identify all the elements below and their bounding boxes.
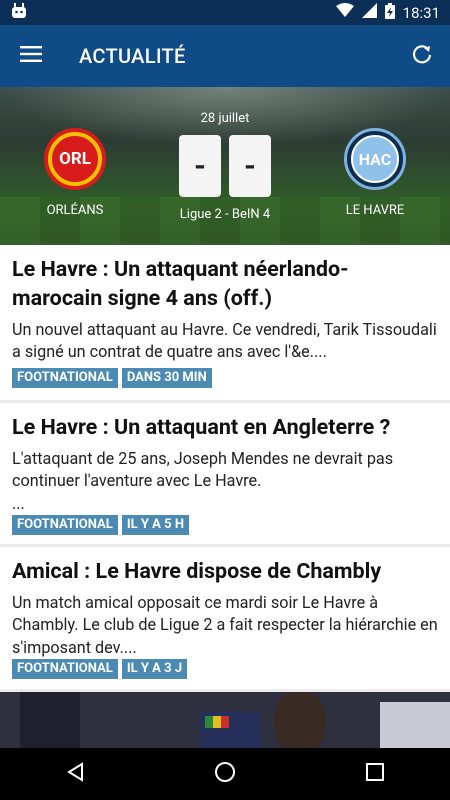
article-card[interactable]: Le Havre : Un attaquant néerlando-maroca… — [0, 245, 450, 400]
article-image[interactable] — [0, 692, 450, 748]
android-notification-icon — [10, 2, 28, 23]
away-score: - — [229, 135, 271, 197]
home-button[interactable] — [195, 748, 255, 800]
article-source-tag: FOOTNATIONAL — [12, 368, 118, 388]
article-title: Amical : Le Havre dispose de Chambly — [12, 559, 382, 584]
status-icons: 18:31 — [335, 2, 440, 23]
article-time-tag: IL Y A 5 H — [121, 515, 189, 535]
system-nav-bar — [0, 748, 450, 800]
article-summary: Un match amical opposait ce mardi soir L… — [12, 593, 438, 657]
article-card[interactable]: Le Havre : Un attaquant en Angleterre ? … — [0, 403, 450, 544]
match-date: 28 juillet — [200, 111, 250, 126]
article-time-tag: DANS 30 MIN — [121, 368, 212, 388]
article-title: Le Havre : Un attaquant en Angleterre ? — [12, 415, 391, 440]
menu-button[interactable] — [3, 25, 59, 87]
signal-icon — [361, 3, 377, 22]
home-crest-label: ORL — [59, 149, 91, 169]
article-summary: Un nouvel attaquant au Havre. Ce vendred… — [12, 320, 437, 362]
refresh-icon — [411, 43, 433, 69]
status-bar: 18:31 — [0, 0, 450, 25]
match-banner[interactable]: 28 juillet ORL HAC ORLÉANS LE HAVRE - - … — [0, 87, 450, 245]
hamburger-menu-icon — [20, 46, 42, 66]
back-button[interactable] — [45, 748, 105, 800]
article-time-tag: IL Y A 3 J — [121, 659, 188, 679]
home-score: - — [179, 135, 221, 197]
wifi-icon — [335, 3, 354, 22]
article-summary: L'attaquant de 25 ans, Joseph Mendes ne … — [12, 449, 394, 513]
article-source-tag: FOOTNATIONAL — [12, 515, 118, 535]
page-title: ACTUALITÉ — [79, 44, 186, 68]
app-bar: ACTUALITÉ — [0, 25, 450, 87]
home-team-crest: ORL — [44, 128, 106, 190]
status-time: 18:31 — [402, 3, 440, 22]
article-card[interactable]: Amical : Le Havre dispose de Chambly Un … — [0, 547, 450, 689]
match-competition: Ligue 2 - BeIN 4 — [179, 207, 271, 222]
article-title: Le Havre : Un attaquant néerlando-maroca… — [12, 257, 349, 312]
recents-icon — [366, 763, 384, 785]
back-icon — [66, 762, 84, 786]
article-source-tag: FOOTNATIONAL — [12, 659, 118, 679]
away-crest-label: HAC — [358, 149, 392, 169]
refresh-button[interactable] — [394, 25, 450, 87]
battery-charging-icon — [384, 2, 395, 23]
recents-button[interactable] — [345, 748, 405, 800]
home-icon — [214, 761, 236, 787]
away-team-crest: HAC — [344, 128, 406, 190]
